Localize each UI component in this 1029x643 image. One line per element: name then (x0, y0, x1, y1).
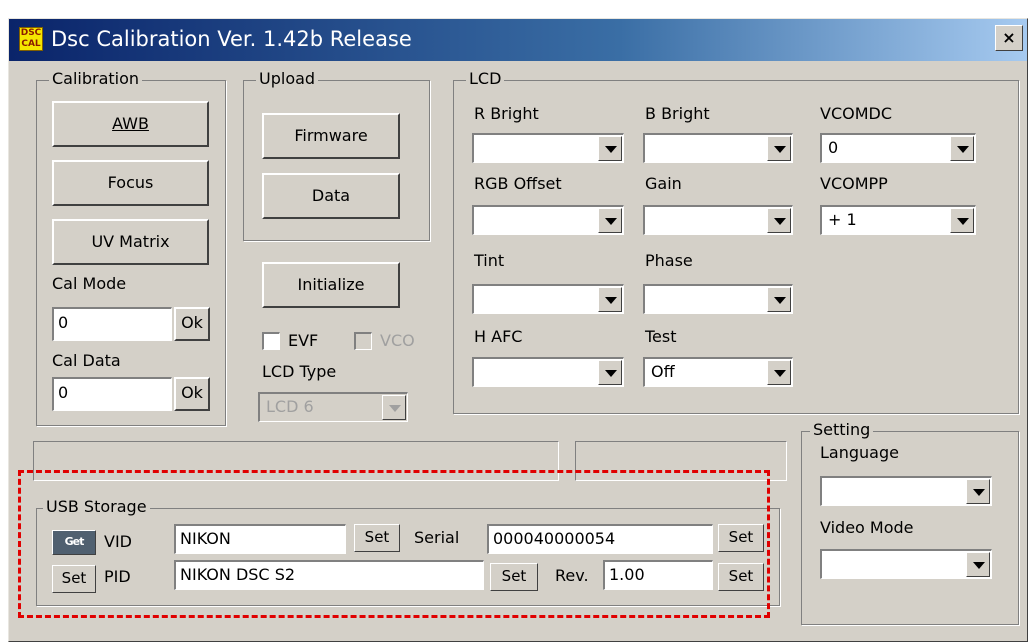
uv-matrix-button[interactable]: UV Matrix (52, 219, 209, 265)
cal-data-ok-button[interactable]: Ok (174, 377, 210, 411)
data-button[interactable]: Data (262, 173, 400, 219)
chevron-down-icon[interactable] (598, 360, 622, 385)
vid-input[interactable]: NIKON (174, 524, 346, 554)
vcomdc-select[interactable]: 0 (820, 133, 976, 163)
awb-label: AWB (112, 114, 149, 133)
language-label: Language (820, 443, 899, 462)
chevron-down-icon[interactable] (598, 208, 622, 233)
chevron-down-icon[interactable] (767, 136, 791, 161)
pid-set-button-left[interactable]: Set (52, 565, 96, 593)
get-button[interactable]: Get (52, 530, 96, 555)
language-select[interactable] (820, 476, 992, 506)
lcd-type-value: LCD 6 (266, 397, 314, 416)
usb-storage-group: USB Storage (36, 497, 780, 606)
r-bright-label: R Bright (474, 104, 539, 123)
h-afc-label: H AFC (474, 327, 523, 346)
rgb-offset-label: RGB Offset (474, 174, 562, 193)
phase-select[interactable] (643, 284, 793, 314)
video-mode-label: Video Mode (820, 518, 914, 537)
cal-data-input[interactable]: 0 (52, 377, 172, 411)
gain-select[interactable] (643, 205, 793, 235)
vcompp-select[interactable]: + 1 (820, 205, 976, 235)
chevron-down-icon[interactable] (950, 136, 974, 161)
vid-set-button[interactable]: Set (354, 524, 400, 552)
vco-label: VCO (380, 331, 415, 350)
b-bright-label: B Bright (645, 104, 710, 123)
chevron-down-icon[interactable] (950, 208, 974, 233)
awb-button[interactable]: AWB (52, 101, 209, 147)
gain-label: Gain (645, 174, 682, 193)
setting-legend: Setting (810, 420, 874, 440)
lcd-type-label: LCD Type (262, 362, 337, 381)
pid-label: PID (104, 567, 131, 586)
calibration-legend: Calibration (49, 69, 143, 89)
cal-mode-label: Cal Mode (52, 274, 127, 293)
chevron-down-icon[interactable] (598, 287, 622, 312)
chevron-down-icon (382, 395, 406, 420)
chevron-down-icon[interactable] (966, 479, 990, 504)
lcd-legend: LCD (466, 69, 505, 89)
app-icon: DSC CAL (19, 27, 43, 51)
firmware-button[interactable]: Firmware (262, 113, 400, 159)
tint-select[interactable] (472, 284, 624, 314)
b-bright-select[interactable] (643, 133, 793, 163)
rev-input[interactable]: 1.00 (603, 560, 713, 590)
serial-input[interactable]: 000040000054 (487, 524, 713, 554)
status-panel-right (575, 441, 787, 481)
vcomdc-value: 0 (828, 138, 839, 157)
vco-checkbox (354, 332, 372, 350)
lcd-type-select: LCD 6 (258, 392, 408, 422)
chevron-down-icon[interactable] (767, 287, 791, 312)
test-value: Off (651, 362, 675, 381)
vid-label: VID (104, 532, 132, 551)
r-bright-select[interactable] (472, 133, 624, 163)
usb-storage-legend: USB Storage (43, 497, 150, 517)
close-button[interactable]: × (995, 25, 1023, 51)
serial-set-button[interactable]: Set (718, 524, 764, 552)
rgb-offset-select[interactable] (472, 205, 624, 235)
chevron-down-icon[interactable] (966, 552, 990, 577)
tint-label: Tint (474, 251, 505, 270)
window-title: Dsc Calibration Ver. 1.42b Release (51, 27, 412, 51)
vcompp-value: + 1 (828, 210, 857, 229)
initialize-button[interactable]: Initialize (262, 262, 400, 308)
rev-label: Rev. (555, 566, 589, 585)
upload-legend: Upload (256, 69, 319, 89)
cal-mode-input[interactable]: 0 (52, 307, 172, 341)
rev-set-button[interactable]: Set (718, 563, 764, 591)
vcomdc-label: VCOMDC (820, 104, 893, 123)
evf-checkbox[interactable] (262, 332, 280, 350)
vcompp-label: VCOMPP (820, 174, 888, 193)
chevron-down-icon[interactable] (598, 136, 622, 161)
pid-input[interactable]: NIKON DSC S2 (174, 560, 484, 590)
cal-data-label: Cal Data (52, 351, 121, 370)
phase-label: Phase (645, 251, 693, 270)
serial-label: Serial (414, 528, 460, 547)
focus-button[interactable]: Focus (52, 160, 209, 206)
chevron-down-icon[interactable] (767, 360, 791, 385)
test-label: Test (645, 327, 677, 346)
h-afc-select[interactable] (472, 357, 624, 387)
video-mode-select[interactable] (820, 549, 992, 579)
title-bar[interactable]: DSC CAL Dsc Calibration Ver. 1.42b Relea… (9, 19, 1027, 61)
status-panel-left (33, 441, 559, 481)
cal-mode-ok-button[interactable]: Ok (174, 307, 210, 341)
test-select[interactable]: Off (643, 357, 793, 387)
evf-label: EVF (288, 331, 319, 350)
chevron-down-icon[interactable] (767, 208, 791, 233)
pid-set-button[interactable]: Set (490, 563, 538, 591)
